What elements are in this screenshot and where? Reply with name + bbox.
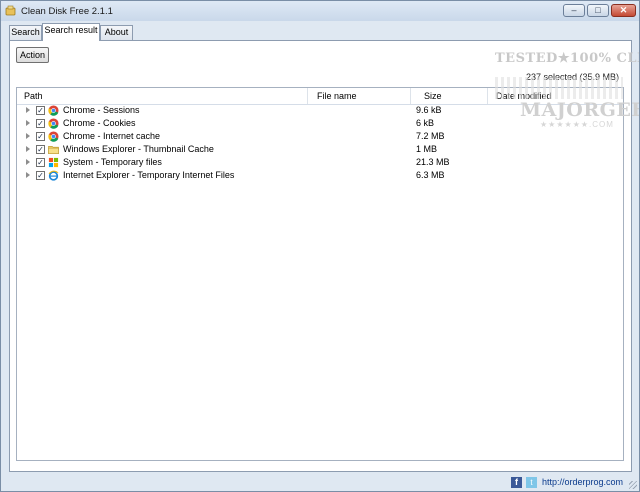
- ie-icon: [48, 170, 59, 181]
- twitter-icon[interactable]: t: [526, 477, 537, 488]
- column-header-size[interactable]: Size: [417, 88, 485, 104]
- row-path: Internet Explorer - Temporary Internet F…: [63, 170, 235, 180]
- clean-disk-icon: [5, 5, 16, 16]
- row-size: 6 kB: [416, 118, 435, 128]
- table-row[interactable]: ✓ Internet Explorer - Temporary Internet…: [17, 169, 623, 182]
- tab-search-result[interactable]: Search result: [42, 23, 100, 41]
- expand-arrow-icon[interactable]: [26, 146, 30, 152]
- row-checkbox[interactable]: ✓: [36, 106, 45, 115]
- row-path: Chrome - Internet cache: [63, 131, 161, 141]
- column-divider[interactable]: [487, 88, 488, 104]
- chrome-icon: [48, 118, 59, 129]
- table-row[interactable]: ✓ System - Temporary files 21.3 MB: [17, 156, 623, 169]
- expand-arrow-icon[interactable]: [26, 133, 30, 139]
- resize-grip[interactable]: [629, 481, 637, 489]
- grid-header: Path File name Size Date modified: [17, 88, 623, 105]
- chrome-icon: [48, 105, 59, 116]
- maximize-button[interactable]: □: [587, 4, 609, 17]
- expand-arrow-icon[interactable]: [26, 120, 30, 126]
- maximize-icon: □: [595, 5, 601, 15]
- row-path: Chrome - Sessions: [63, 105, 140, 115]
- row-path: System - Temporary files: [63, 157, 162, 167]
- selected-summary: 237 selected (35.9 MB): [525, 72, 619, 82]
- column-header-file-name[interactable]: File name: [310, 88, 410, 104]
- expand-arrow-icon[interactable]: [26, 172, 30, 178]
- close-button[interactable]: ✕: [611, 4, 636, 17]
- results-grid[interactable]: Path File name Size Date modified ✓ Chro…: [16, 87, 624, 461]
- row-size: 7.2 MB: [416, 131, 445, 141]
- table-row[interactable]: ✓ Chrome - Sessions 9.6 kB: [17, 104, 623, 117]
- row-checkbox[interactable]: ✓: [36, 119, 45, 128]
- facebook-icon[interactable]: f: [511, 477, 522, 488]
- table-row[interactable]: ✓ Chrome - Cookies 6 kB: [17, 117, 623, 130]
- row-checkbox[interactable]: ✓: [36, 158, 45, 167]
- table-row[interactable]: ✓ Chrome - Internet cache 7.2 MB: [17, 130, 623, 143]
- website-link[interactable]: http://orderprog.com: [542, 477, 623, 487]
- window-title: Clean Disk Free 2.1.1: [21, 6, 113, 17]
- app-window: Clean Disk Free 2.1.1 – □ ✕ Search Searc…: [0, 0, 640, 492]
- windows-icon: [48, 157, 59, 168]
- title-bar[interactable]: Clean Disk Free 2.1.1 – □ ✕: [1, 1, 639, 21]
- minimize-button[interactable]: –: [563, 4, 585, 17]
- row-path: Windows Explorer - Thumbnail Cache: [63, 144, 214, 154]
- action-button[interactable]: Action: [16, 47, 49, 63]
- folder-icon: [48, 146, 59, 154]
- search-result-panel: Action 237 selected (35.9 MB) Path File …: [9, 40, 639, 472]
- column-header-date-modified[interactable]: Date modified: [489, 88, 609, 104]
- chrome-icon: [48, 131, 59, 142]
- row-checkbox[interactable]: ✓: [36, 171, 45, 180]
- minimize-icon: –: [571, 5, 577, 15]
- watermark-tested-text: TESTED★100% CLEAN: [495, 51, 639, 66]
- row-checkbox[interactable]: ✓: [36, 145, 45, 154]
- close-icon: ✕: [619, 5, 628, 15]
- row-size: 21.3 MB: [416, 157, 450, 167]
- expand-arrow-icon[interactable]: [26, 107, 30, 113]
- tab-about[interactable]: About: [100, 25, 133, 40]
- column-divider[interactable]: [410, 88, 411, 104]
- row-size: 9.6 kB: [416, 105, 442, 115]
- row-checkbox[interactable]: ✓: [36, 132, 45, 141]
- expand-arrow-icon[interactable]: [26, 159, 30, 165]
- table-row[interactable]: ✓ Windows Explorer - Thumbnail Cache 1 M…: [17, 143, 623, 156]
- row-size: 1 MB: [416, 144, 438, 154]
- row-path: Chrome - Cookies: [63, 118, 136, 128]
- status-bar: f t http://orderprog.com: [1, 475, 639, 491]
- row-size: 6.3 MB: [416, 170, 445, 180]
- tab-search[interactable]: Search: [9, 25, 42, 40]
- column-header-path[interactable]: Path: [17, 88, 307, 104]
- column-divider[interactable]: [307, 88, 308, 104]
